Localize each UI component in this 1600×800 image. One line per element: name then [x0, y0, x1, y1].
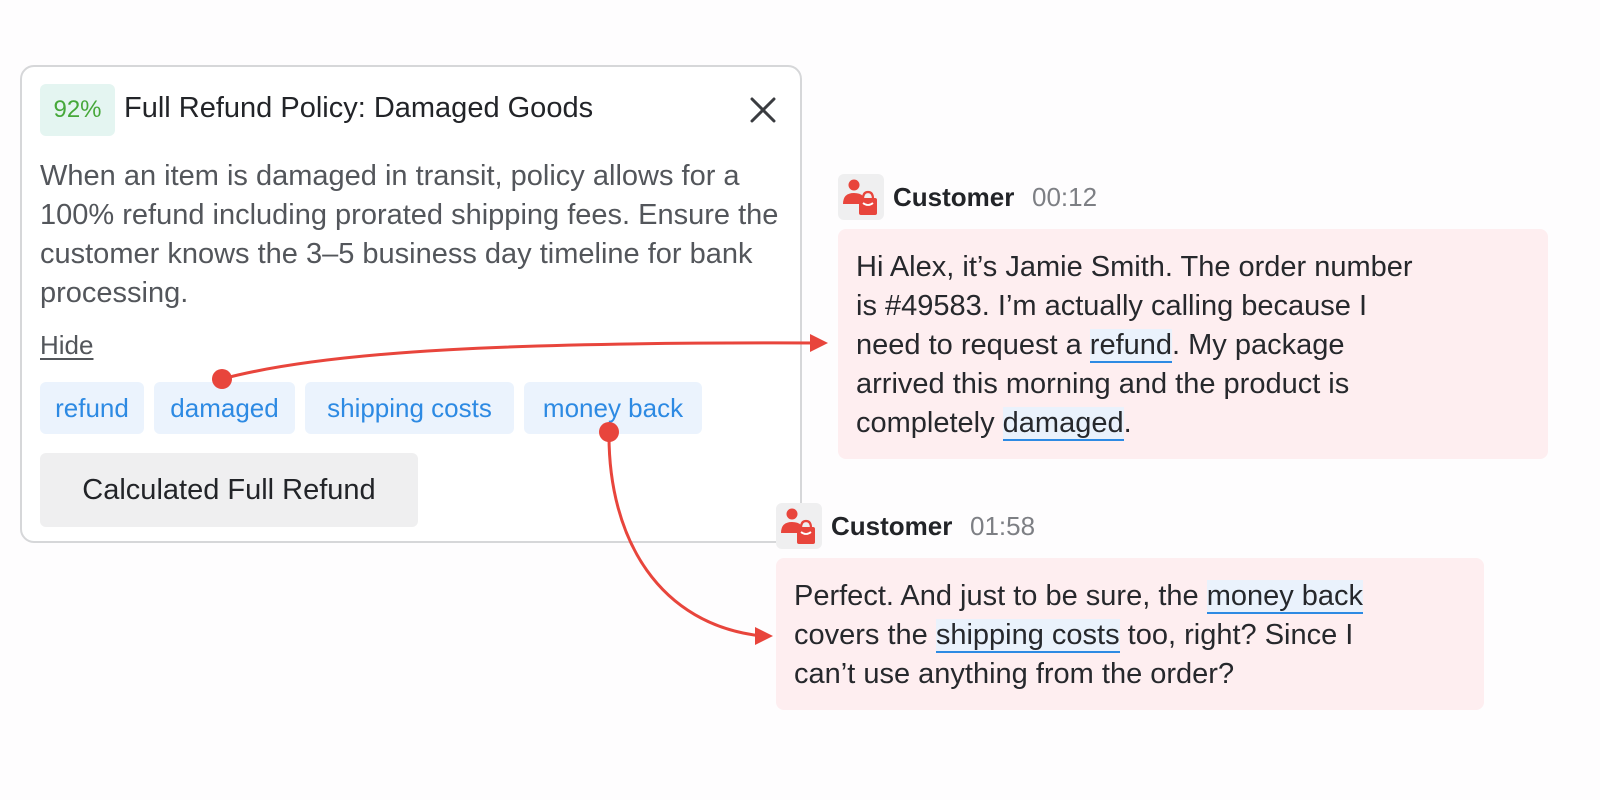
- keyword-highlight: money back: [1206, 580, 1364, 614]
- message-line: need to request a refund. My package: [856, 329, 1345, 363]
- message-bubble: Hi Alex, it’s Jamie Smith. The order num…: [838, 229, 1548, 459]
- message-line: covers the shipping costs too, right? Si…: [794, 619, 1354, 653]
- tag-refund[interactable]: refund: [40, 382, 144, 434]
- keyword-highlight: damaged: [1002, 407, 1124, 441]
- message-line: completely damaged.: [856, 407, 1132, 441]
- message-line: is #49583. I’m actually calling because …: [856, 290, 1368, 322]
- tag-shipping-costs[interactable]: shipping costs: [305, 382, 514, 434]
- policy-suggestion-card: 92% Full Refund Policy: Damaged Goods Wh…: [20, 65, 802, 543]
- arrowhead-icon: [810, 334, 828, 352]
- arrowhead-icon: [755, 627, 773, 645]
- confidence-badge: 92%: [40, 84, 115, 136]
- message-line: Hi Alex, it’s Jamie Smith. The order num…: [856, 251, 1413, 283]
- hide-link[interactable]: Hide: [40, 330, 93, 361]
- keyword-highlight: refund: [1089, 329, 1173, 363]
- customer-shopping-bag-icon: [781, 508, 815, 544]
- message-header: Customer 00:12: [838, 174, 1138, 220]
- message-time: 01:58: [970, 511, 1036, 541]
- message-line: can’t use anything from the order?: [794, 658, 1235, 690]
- customer-shopping-bag-icon: [843, 179, 877, 215]
- card-title: Full Refund Policy: Damaged Goods: [124, 92, 594, 124]
- message-bubble: Perfect. And just to be sure, the money …: [776, 558, 1484, 710]
- calculate-refund-button[interactable]: Calculated Full Refund: [40, 453, 418, 527]
- speaker-name: Customer: [893, 182, 1015, 212]
- keyword-highlight: shipping costs: [935, 619, 1120, 653]
- customer-avatar: [776, 503, 822, 549]
- tag-damaged[interactable]: damaged: [154, 382, 295, 434]
- customer-avatar: [838, 174, 884, 220]
- close-button[interactable]: [744, 91, 782, 129]
- message-time: 00:12: [1032, 182, 1098, 212]
- speaker-name: Customer: [831, 511, 953, 541]
- close-icon: [750, 97, 776, 123]
- policy-description: When an item is damaged in transit, poli…: [40, 160, 779, 309]
- tag-money-back[interactable]: money back: [524, 382, 702, 434]
- message-line: arrived this morning and the product is: [856, 368, 1350, 400]
- message-header: Customer 01:58: [776, 503, 1076, 549]
- message-line: Perfect. And just to be sure, the money …: [794, 580, 1364, 614]
